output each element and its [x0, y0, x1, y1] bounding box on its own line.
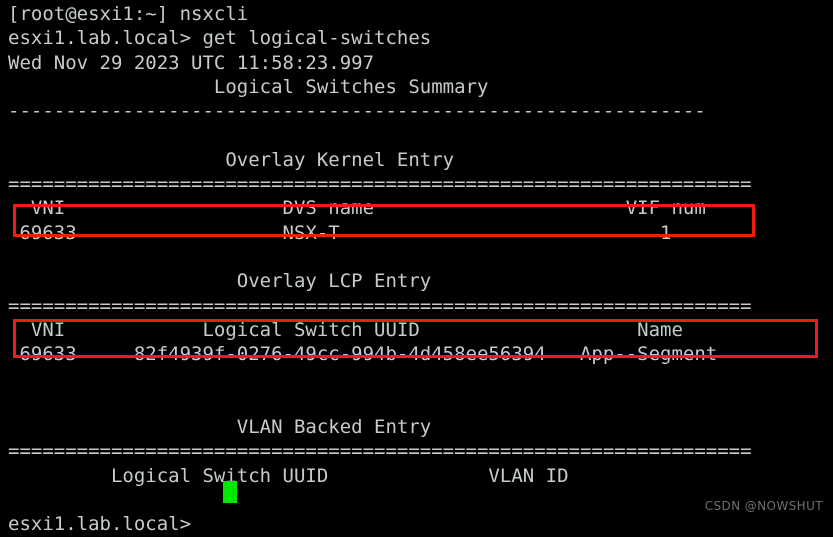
- vlan-backed-equals-separator: ========================================…: [8, 440, 752, 463]
- terminal-output: [root@esxi1:~] nsxcli esxi1.lab.local> g…: [8, 2, 833, 537]
- overlay-lcp-title-line: Overlay LCP Entry: [8, 270, 432, 293]
- overlay-lcp-data-row: 69633 82f4939f-0276-49cc-994b-4d458ee563…: [8, 343, 718, 366]
- overlay-kernel-title-line: Overlay Kernel Entry: [8, 148, 455, 171]
- vlan-backed-header-row: Logical Switch UUID VLAN ID: [8, 464, 569, 487]
- overlay-kernel-data-row: 69633 NSX-T 1: [8, 221, 672, 244]
- text-cursor: [223, 481, 237, 503]
- overlay-lcp-header-row: VNI Logical Switch UUID Name: [8, 318, 683, 341]
- vlan-backed-title-line: VLAN Backed Entry: [8, 416, 432, 439]
- overlay-kernel-equals-separator: ========================================…: [8, 173, 752, 196]
- shell-prompt-line: [root@esxi1:~] nsxcli: [8, 3, 249, 25]
- overlay-lcp-equals-separator: ========================================…: [8, 294, 752, 317]
- watermark-label: CSDN @NOWSHUT: [704, 498, 823, 513]
- summary-title-line: Logical Switches Summary: [8, 75, 489, 98]
- timestamp-line: Wed Nov 29 2023 UTC 11:58:23.997: [8, 51, 375, 74]
- dash-separator-line: ----------------------------------------…: [8, 100, 706, 123]
- terminal-window[interactable]: [root@esxi1:~] nsxcli esxi1.lab.local> g…: [0, 0, 833, 535]
- command-line: esxi1.lab.local> get logical-switches: [8, 27, 432, 50]
- overlay-kernel-header-row: VNI DVS name VIF num: [8, 197, 706, 220]
